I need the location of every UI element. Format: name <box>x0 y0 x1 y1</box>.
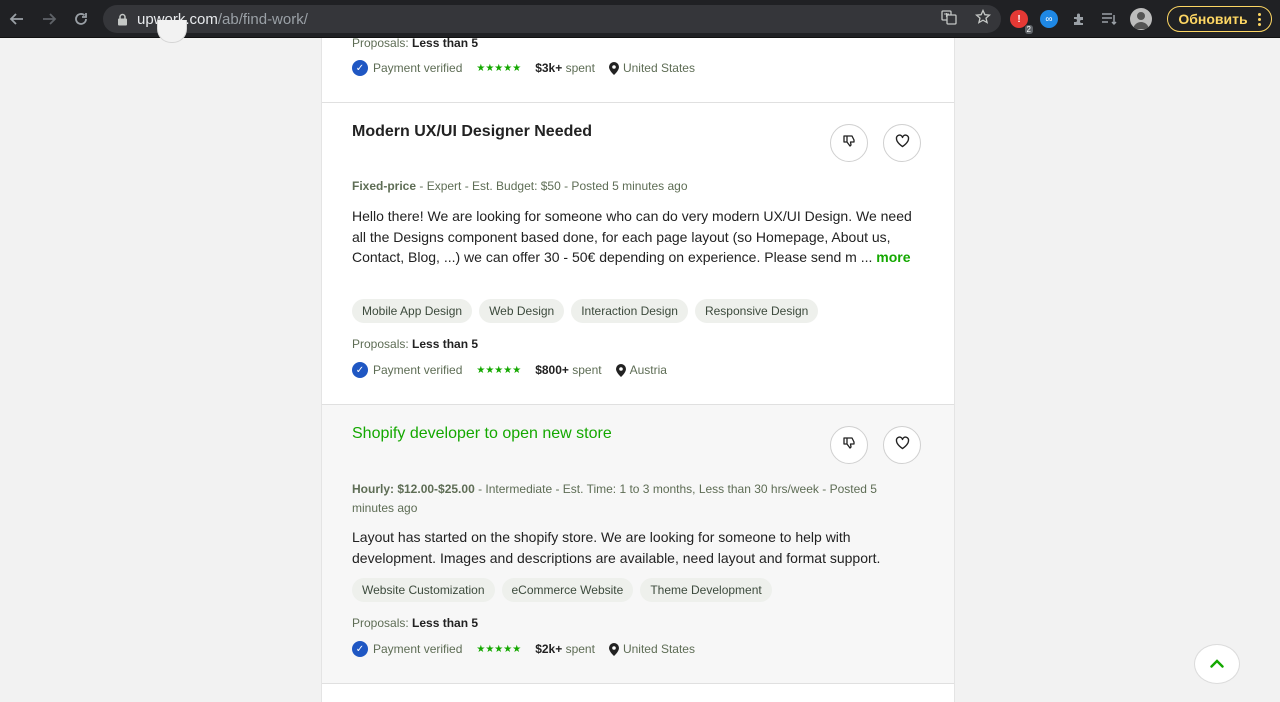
job-info: Hourly: $12.00-$25.00 - Intermediate - E… <box>352 482 877 515</box>
skill-tag[interactable]: eCommerce Website <box>501 578 634 602</box>
proposals: Proposals: Less than 5 <box>352 36 479 50</box>
scroll-to-top-button[interactable] <box>1194 644 1240 684</box>
client-location: United States <box>622 61 695 75</box>
extension-blue-icon[interactable]: ∞ <box>1040 10 1058 28</box>
job-title[interactable]: Shopify developer to open new store <box>352 425 612 443</box>
update-browser-button[interactable]: Обновить <box>1167 6 1272 32</box>
job-info: Fixed-price - Expert - Est. Budget: $50 … <box>352 179 688 193</box>
skill-tag[interactable]: Website Customization <box>352 578 495 602</box>
save-job-button[interactable] <box>883 124 921 162</box>
skill-tag[interactable]: Responsive Design <box>694 299 819 323</box>
extension-badge: 2 <box>1024 25 1033 34</box>
skill-tag[interactable]: Theme Development <box>640 578 772 602</box>
client-location: Austria <box>629 363 667 377</box>
browser-toolbar: upwork.com/ab/find-work/ ! 2 ∞ Обновить <box>0 0 1280 38</box>
job-card[interactable]: Shopify developer to open new store Hour… <box>322 405 954 684</box>
update-label: Обновить <box>1178 11 1248 27</box>
location-pin-icon <box>608 642 619 656</box>
extension-red-icon[interactable]: ! 2 <box>1010 10 1033 34</box>
thumbs-down-icon <box>842 436 856 455</box>
back-arrow-icon[interactable] <box>0 0 34 38</box>
job-description: Layout has started on the shopify store.… <box>352 529 881 566</box>
extension-icon[interactable] <box>1070 10 1088 28</box>
more-link[interactable]: more <box>876 249 910 265</box>
job-feed: Proposals: Less than 5 ✓ Payment verifie… <box>321 36 955 702</box>
client-spent: $3k+ spent <box>535 61 595 75</box>
proposals: Proposals: Less than 5 <box>352 616 479 630</box>
payment-verified: Payment verified <box>373 642 463 656</box>
lock-icon <box>115 12 129 26</box>
rating-stars: ★★★★★ <box>476 364 522 376</box>
job-title[interactable]: Modern UX/UI Designer Needed <box>352 123 592 141</box>
client-spent: $2k+ spent <box>535 642 595 656</box>
save-job-button[interactable] <box>883 426 921 464</box>
verified-check-icon: ✓ <box>352 362 368 378</box>
heart-icon <box>895 435 910 455</box>
payment-verified: Payment verified <box>373 363 463 377</box>
forward-arrow-icon[interactable] <box>34 0 64 38</box>
skill-tags: Mobile App Design Web Design Interaction… <box>352 299 819 323</box>
skill-tags: Website Customization eCommerce Website … <box>352 578 772 602</box>
reload-icon[interactable] <box>64 0 98 38</box>
skill-tag[interactable]: Interaction Design <box>571 299 688 323</box>
dislike-button[interactable] <box>830 124 868 162</box>
translate-icon[interactable] <box>941 9 957 30</box>
star-icon[interactable] <box>974 8 992 30</box>
location-pin-icon <box>608 61 619 75</box>
job-card-partial[interactable]: Proposals: Less than 5 ✓ Payment verifie… <box>322 36 954 103</box>
verified-check-icon: ✓ <box>352 60 368 76</box>
client-meta: ✓ Payment verified ★★★★★ $2k+ spent Unit… <box>352 641 695 657</box>
heart-icon <box>895 133 910 153</box>
thumbs-down-icon <box>842 134 856 153</box>
skill-tag[interactable]: Mobile App Design <box>352 299 473 323</box>
kebab-menu-icon[interactable] <box>1257 12 1261 26</box>
rating-stars: ★★★★★ <box>476 62 522 74</box>
client-location: United States <box>622 642 695 656</box>
address-bar[interactable]: upwork.com/ab/find-work/ <box>103 5 1001 33</box>
client-meta: ✓ Payment verified ★★★★★ $800+ spent Aus… <box>352 362 667 378</box>
location-pin-icon <box>615 363 626 377</box>
job-card[interactable]: Modern UX/UI Designer Needed Fixed-price… <box>322 103 954 405</box>
verified-check-icon: ✓ <box>352 641 368 657</box>
dislike-button[interactable] <box>830 426 868 464</box>
payment-verified: Payment verified <box>373 61 463 75</box>
reading-list-icon[interactable] <box>1100 10 1118 28</box>
rating-stars: ★★★★★ <box>476 643 522 655</box>
proposals: Proposals: Less than 5 <box>352 337 479 351</box>
partial-circle-button[interactable] <box>157 20 187 43</box>
profile-avatar-icon[interactable] <box>1130 8 1152 30</box>
job-description: Hello there! We are looking for someone … <box>352 208 912 265</box>
client-spent: $800+ spent <box>535 363 602 377</box>
url-path: /ab/find-work/ <box>217 10 308 28</box>
skill-tag[interactable]: Web Design <box>479 299 565 323</box>
client-meta: ✓ Payment verified ★★★★★ $3k+ spent Unit… <box>352 60 695 76</box>
chevron-up-icon <box>1210 655 1224 673</box>
